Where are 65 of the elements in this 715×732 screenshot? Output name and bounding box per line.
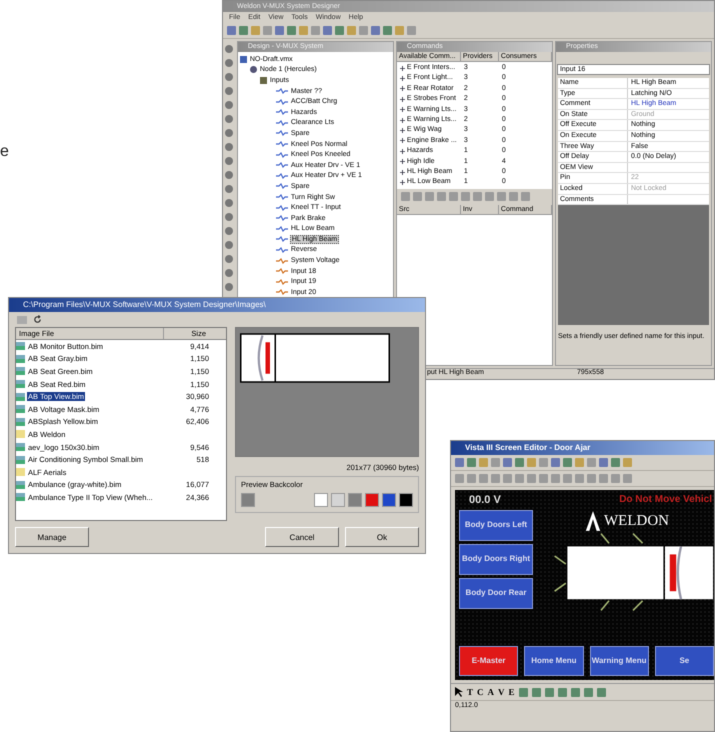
wave-icon: [276, 226, 288, 232]
refresh-icon[interactable]: [33, 315, 42, 324]
wave-icon: [276, 130, 288, 136]
node-icon: [250, 66, 257, 74]
tool-button[interactable]: A: [488, 687, 494, 697]
screen-button[interactable]: E-Master: [459, 646, 518, 676]
wave-icon: [276, 162, 288, 168]
logo-text: WELDON: [604, 512, 669, 530]
pointer-icon[interactable]: [455, 687, 463, 697]
wave-icon: [276, 268, 288, 274]
expand-icon[interactable]: [400, 107, 405, 112]
color-swatch[interactable]: [348, 493, 362, 507]
window-title: Vista III Screen Editor - Door Ajar: [451, 441, 714, 455]
project-icon: [240, 56, 247, 63]
cancel-button[interactable]: Cancel: [265, 527, 339, 547]
screen-button[interactable]: Body Doors Left: [459, 510, 533, 541]
expand-icon[interactable]: [400, 170, 405, 175]
color-swatch[interactable]: [314, 493, 328, 507]
wave-icon: [276, 109, 288, 116]
warning-text: Do Not Move Vehicl: [619, 494, 712, 506]
wave-icon: [276, 258, 288, 264]
expand-icon[interactable]: [400, 66, 405, 71]
screen-button[interactable]: Se: [654, 646, 714, 676]
expand-icon[interactable]: [400, 118, 405, 123]
wave-icon: [276, 246, 288, 253]
wave-icon: [276, 278, 288, 285]
color-swatch[interactable]: [331, 493, 345, 507]
wave-icon: [276, 120, 288, 126]
tool-button[interactable]: C: [477, 687, 484, 697]
wave-icon: [276, 152, 288, 158]
color-swatch[interactable]: [382, 493, 396, 507]
expand-icon[interactable]: [400, 76, 405, 82]
expand-icon[interactable]: [400, 86, 405, 92]
wave-icon: [276, 215, 288, 222]
color-swatch[interactable]: [365, 493, 379, 507]
wave-icon: [276, 98, 288, 105]
dialog-title: C:\Program Files\V-MUX Software\V-MUX System Designer\Images\: [9, 298, 425, 312]
wave-icon: [276, 141, 288, 148]
color-swatch[interactable]: [399, 493, 413, 507]
tool-button[interactable]: V: [498, 687, 505, 697]
page-text: e: [0, 144, 9, 160]
logo-icon: [584, 510, 602, 532]
wave-icon: [276, 183, 288, 190]
wave-icon: [276, 236, 288, 242]
expand-icon[interactable]: [400, 148, 405, 154]
tool-button[interactable]: T: [467, 687, 474, 697]
manage-button[interactable]: Manage: [15, 527, 89, 547]
screen-button[interactable]: Warning Menu: [590, 646, 649, 676]
wave-icon: [276, 172, 288, 179]
current-color-swatch[interactable]: [241, 493, 255, 507]
expand-icon[interactable]: [400, 180, 405, 185]
wave-icon: [276, 194, 288, 200]
expand-icon[interactable]: [400, 128, 405, 134]
screen-button[interactable]: Home Menu: [524, 646, 584, 676]
wave-icon: [276, 88, 288, 94]
expand-icon[interactable]: [400, 138, 405, 144]
wave-icon: [276, 204, 288, 211]
ok-button[interactable]: Ok: [345, 527, 419, 547]
wave-icon: [276, 289, 288, 296]
voltage-readout: 00.0 V: [468, 494, 501, 506]
screen-button[interactable]: Body Doors Right: [459, 544, 533, 575]
expand-icon[interactable]: [400, 96, 405, 102]
tool-button[interactable]: E: [508, 687, 515, 697]
expand-icon[interactable]: [400, 159, 405, 164]
screen-button[interactable]: Body Door Rear: [459, 578, 533, 609]
